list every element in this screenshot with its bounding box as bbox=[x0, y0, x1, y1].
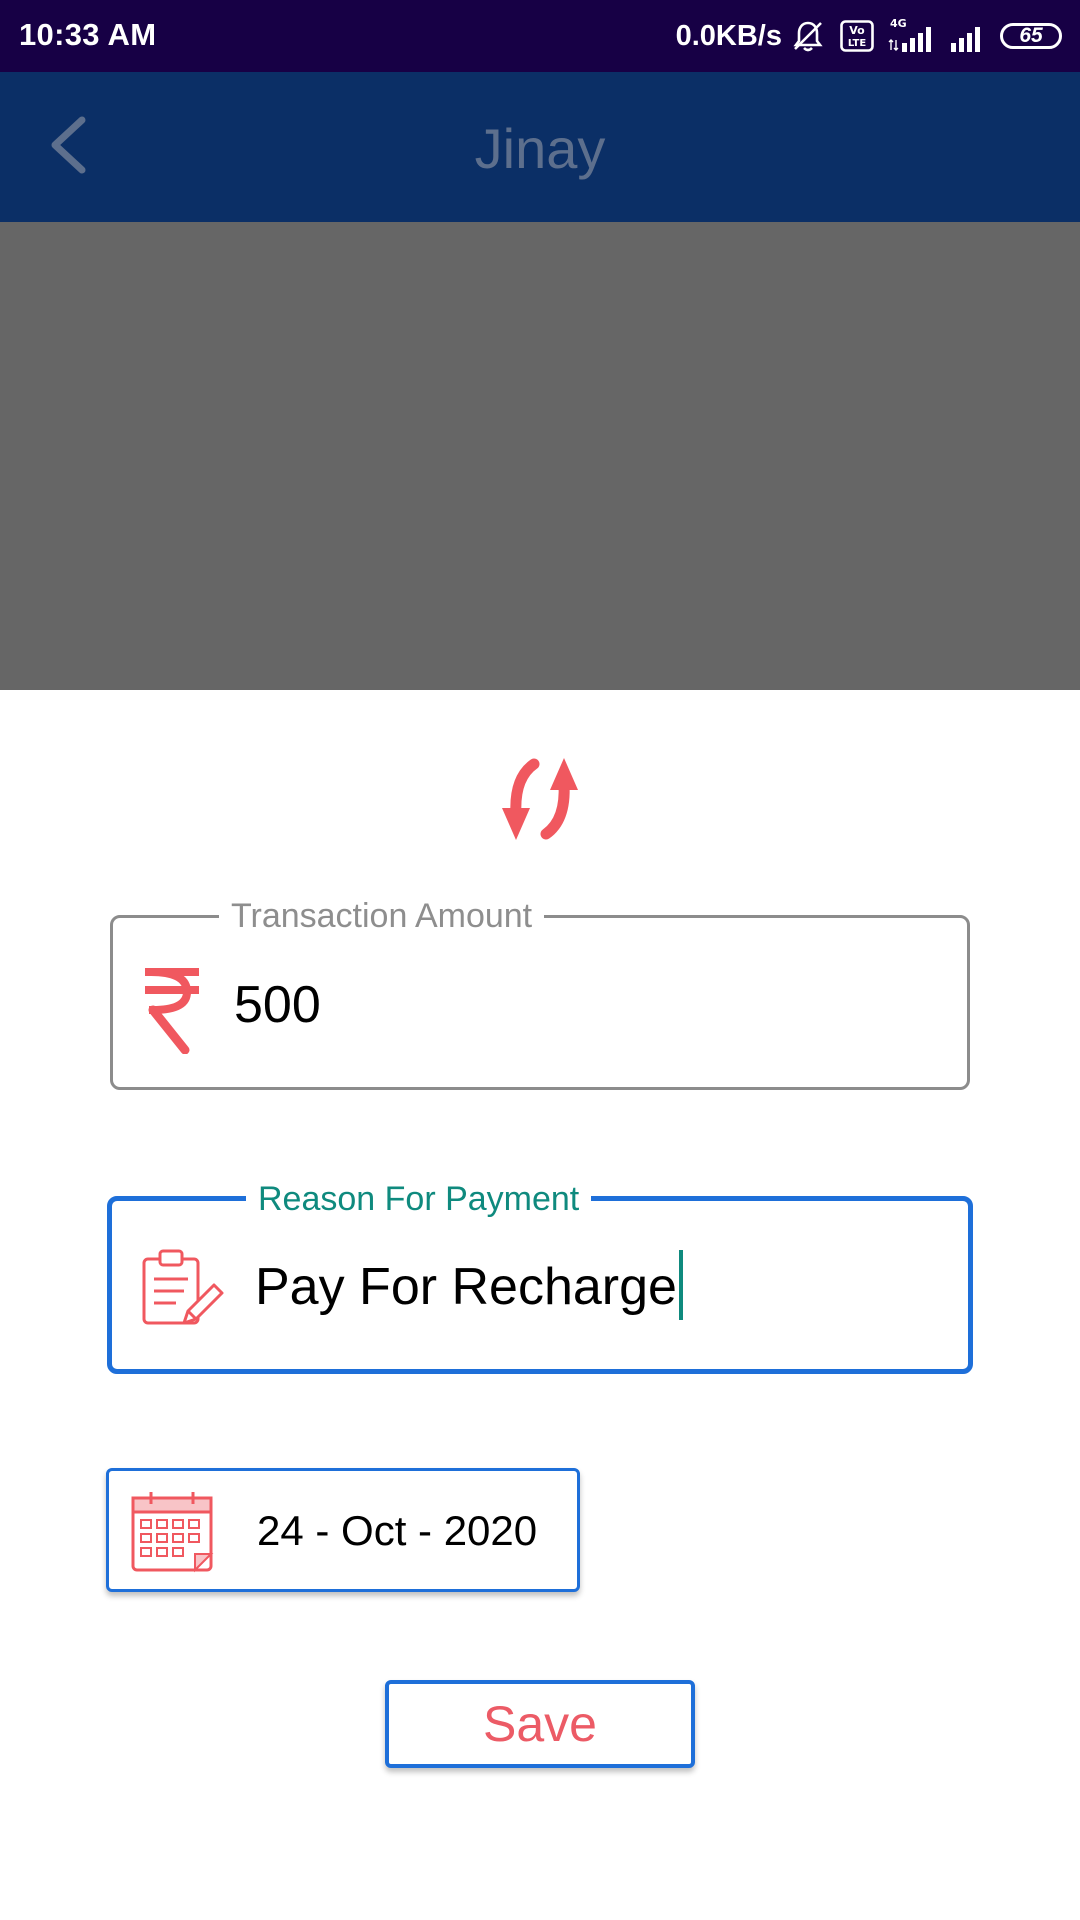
date-picker-button[interactable]: 24 - Oct - 2020 bbox=[106, 1468, 580, 1592]
dialog-scrim[interactable] bbox=[0, 222, 1080, 690]
battery-level: 65 bbox=[1019, 24, 1043, 47]
transaction-sheet: Transaction Amount 500 Reason For Paymen… bbox=[0, 690, 1080, 1920]
clipboard-edit-icon bbox=[140, 1247, 226, 1333]
battery-icon: 65 bbox=[1000, 23, 1062, 49]
network-speed: 0.0KB/s bbox=[675, 19, 782, 52]
volte-icon: Vo LTE bbox=[840, 20, 874, 52]
signal-4g-icon: 4G bbox=[886, 16, 940, 56]
calendar-icon bbox=[129, 1488, 215, 1574]
text-cursor bbox=[678, 1250, 683, 1321]
transaction-amount-field[interactable]: Transaction Amount 500 bbox=[110, 896, 970, 1090]
reason-for-payment-label: Reason For Payment bbox=[246, 1179, 592, 1219]
status-time: 10:33 AM bbox=[19, 17, 157, 52]
reason-for-payment-text: Pay For Recharge bbox=[255, 1258, 677, 1316]
selected-date: 24 - Oct - 2020 bbox=[257, 1507, 538, 1554]
app-bar: Jinay bbox=[0, 72, 1080, 222]
transaction-amount-input[interactable]: 500 bbox=[234, 975, 321, 1035]
app-title: Jinay bbox=[474, 117, 606, 180]
sync-arrows-icon bbox=[494, 756, 586, 842]
signal-icon bbox=[948, 16, 988, 56]
transaction-amount-label: Transaction Amount bbox=[219, 896, 545, 936]
svg-text:LTE: LTE bbox=[848, 38, 867, 49]
status-icons: 0.0KB/s Vo LTE 4G 65 bbox=[676, 14, 1062, 58]
svg-text:4G: 4G bbox=[890, 17, 907, 30]
bell-off-icon bbox=[790, 18, 826, 54]
status-bar: 10:33 AM 0.0KB/s Vo LTE 4G 65 bbox=[0, 0, 1080, 72]
save-button[interactable]: Save bbox=[385, 1680, 695, 1768]
rupee-icon bbox=[141, 964, 203, 1055]
reason-for-payment-input[interactable]: Pay For Recharge bbox=[255, 1250, 683, 1321]
reason-for-payment-field[interactable]: Reason For Payment Pay For Recharge bbox=[107, 1179, 973, 1374]
svg-text:Vo: Vo bbox=[849, 24, 865, 37]
